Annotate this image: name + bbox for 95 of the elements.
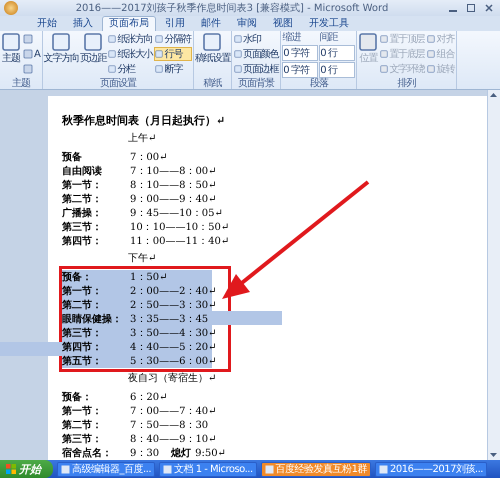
schedule-label: 第三节：: [62, 220, 103, 234]
square-icon: [23, 64, 33, 74]
schedule-time: 7：10——8：00↵: [130, 165, 217, 178]
group-label: 段落: [308, 78, 330, 89]
ribbon-button[interactable]: 行号: [154, 47, 192, 61]
schedule-time: 3：50——4：30↵: [130, 327, 217, 340]
schedule-time: 9：30: [130, 447, 160, 460]
schedule-time: 7：00↵: [130, 151, 168, 164]
schedule-time: 9：45——10：05↵: [130, 207, 223, 220]
schedule-time: 5：30——6：00↵: [130, 355, 217, 368]
schedule-label: 第三节：: [62, 432, 103, 446]
schedule-label: 眼睛保健操：: [62, 312, 123, 326]
schedule-time: 7：00——7：40↵: [130, 405, 217, 418]
square-icon: [23, 34, 33, 44]
schedule-time: 1：50↵: [130, 271, 168, 284]
schedule-time: 7：50——8：30: [130, 419, 208, 432]
app-icon: [264, 464, 274, 474]
group-label: 主题: [10, 78, 32, 89]
ribbon-tab[interactable]: 引用: [158, 16, 192, 31]
maximize-icon: [467, 4, 475, 12]
ribbon-button[interactable]: 稿纸设置: [194, 32, 230, 64]
square-icon: [23, 49, 33, 59]
ribbon-button[interactable]: 页面颜色: [233, 47, 280, 61]
app-icon: [61, 464, 70, 474]
start-button[interactable]: 开始: [0, 460, 53, 478]
schedule-time: 8：10——8：50↵: [130, 179, 217, 192]
schedule-label: 预备：: [62, 390, 93, 404]
ribbon-tab[interactable]: 视图: [266, 16, 300, 31]
group-label: 页面背景: [237, 78, 276, 89]
group-caption: 间距: [319, 32, 339, 44]
schedule-time: 8：40——9：10↵: [130, 433, 217, 446]
schedule-label: 预备: [62, 150, 83, 164]
ribbon-button[interactable]: 页边距: [80, 32, 106, 64]
schedule-label: 第四节：: [62, 340, 103, 354]
ribbon-tab[interactable]: 开始: [30, 16, 64, 31]
schedule-label: 自由阅读: [62, 164, 103, 178]
schedule-time: 10：10——10：50↵: [130, 221, 230, 234]
spin-field[interactable]: 0 字符: [282, 45, 318, 61]
windows-flag-icon: [6, 464, 16, 474]
schedule-label: 第四节：: [62, 234, 103, 248]
schedule-time: 2：00——2：40↵: [130, 285, 217, 298]
group-label: 排列: [396, 78, 417, 89]
app-icon: [163, 464, 172, 474]
ribbon-tab[interactable]: 页面布局: [102, 16, 156, 31]
ribbon-button[interactable]: 页面边框: [233, 62, 280, 76]
group-caption: 缩进: [282, 32, 302, 44]
scrollbar[interactable]: [487, 90, 500, 460]
maximize-button[interactable]: [464, 3, 478, 13]
group-label: 稿纸: [202, 78, 223, 89]
schedule-label: 第二节：: [62, 298, 103, 312]
schedule-time: 4：40——5：20↵: [130, 341, 217, 354]
ribbon-tab[interactable]: 邮件: [194, 16, 228, 31]
schedule-label: 第二节：: [62, 192, 103, 206]
app-icon: [379, 464, 388, 474]
group-label: 页面设置: [98, 78, 138, 89]
ribbon-button[interactable]: 断字: [154, 62, 192, 76]
document-title: 秋季作息时间表（月日起执行）↵: [62, 113, 226, 129]
ribbon-button[interactable]: 水印: [233, 32, 280, 46]
schedule-label: 第五节：: [62, 354, 103, 368]
schedule-label: 广播操：: [62, 206, 103, 220]
ribbon-tab[interactable]: 审阅: [230, 16, 264, 31]
schedule-time: 3：35——3：45: [130, 313, 208, 326]
schedule-label: 第一节：: [62, 284, 103, 298]
schedule-time: 6：20↵: [130, 391, 168, 404]
schedule-time: 2：50——3：30↵: [130, 299, 217, 312]
taskbar-item[interactable]: 高级编辑器_百度...: [57, 462, 156, 476]
schedule-time: 9：00——9：40↵: [130, 193, 217, 206]
schedule-label: 第二节：: [62, 418, 103, 432]
schedule-label: 第一节：: [62, 404, 103, 418]
section-heading: 下午↵: [128, 252, 156, 266]
spin-field[interactable]: 0 字符: [282, 62, 318, 78]
taskbar-item[interactable]: 文档 1 - Microso...: [159, 462, 257, 476]
ribbon-button[interactable]: 纸张方向: [107, 32, 154, 46]
schedule-label: 预备：: [62, 270, 93, 284]
ribbon-tab[interactable]: 插入: [66, 16, 100, 31]
schedule-label: 第一节：: [62, 178, 103, 192]
section-heading: 上午↵: [128, 132, 156, 146]
ribbon-tab[interactable]: 开发工具: [302, 16, 356, 31]
window-title: 2016——2017刘孩子秋季作息时间表3 [兼容模式] - Microsoft Word: [74, 2, 390, 15]
ribbon-button[interactable]: A: [22, 47, 41, 61]
ribbon-button[interactable]: 纸张大小: [107, 47, 154, 61]
schedule-label: 宿舍点名：: [62, 446, 113, 460]
schedule-time: 11：00——11：40↵: [130, 235, 230, 248]
spin-field[interactable]: 0 行: [319, 62, 356, 78]
schedule-time: 9:50↵: [195, 448, 226, 458]
ribbon-button[interactable]: 分隔符: [154, 32, 192, 46]
spin-field[interactable]: 0 行: [319, 45, 356, 61]
ribbon-button[interactable]: 分栏: [107, 62, 154, 76]
taskbar-item[interactable]: 2016——2017刘孩...: [375, 462, 487, 476]
close-icon: [485, 4, 493, 12]
ribbon-button[interactable]: 主题: [1, 32, 21, 64]
schedule-label: 第三节：: [62, 326, 103, 340]
section-heading: 夜自习（寄宿生）↵: [128, 372, 216, 386]
schedule-label: 熄灯: [171, 446, 192, 460]
ribbon-button[interactable]: 文字方向: [44, 32, 79, 64]
